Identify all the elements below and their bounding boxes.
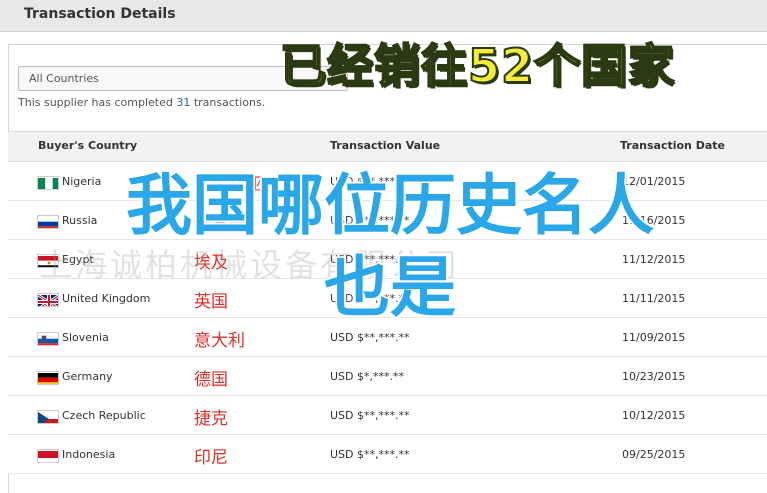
buyer-country: Czech Republic: [62, 409, 146, 422]
transaction-value: USD $*,***.**: [330, 370, 404, 383]
table-row: Indonesia 印尼 USD $**,***.** 09/25/2015: [8, 435, 767, 474]
transaction-value: USD $**,***.**: [330, 448, 410, 461]
germany-flag-icon: [37, 371, 59, 385]
buyer-country: Indonesia: [62, 448, 116, 461]
transaction-value: USD $**,***.**: [330, 331, 410, 344]
transaction-date: 09/25/2015: [622, 448, 686, 461]
table-row: Czech Republic 捷克 USD $**,***.** 10/12/2015: [8, 396, 767, 435]
czech-flag-icon: [37, 410, 59, 424]
transaction-value: USD $**,***.**: [330, 409, 410, 422]
overlay-caption: 我国哪位历史名人 也是: [30, 165, 750, 329]
indonesia-flag-icon: [37, 449, 59, 463]
page-title: Transaction Details: [24, 6, 176, 22]
overlay-headline: 已经销往52个国家: [279, 38, 676, 94]
table-header: Buyer's Country Transaction Value Transa…: [8, 131, 767, 162]
country-chinese-label: 德国: [194, 370, 228, 390]
overlay-caption-line-2: 也是: [323, 248, 458, 328]
summary-suffix: transactions.: [190, 96, 266, 109]
column-header-value[interactable]: Transaction Value: [330, 139, 440, 152]
country-chinese-label: 印尼: [194, 448, 228, 468]
transaction-count: 31: [176, 96, 191, 109]
buyer-country: Germany: [62, 370, 113, 383]
table-row: Germany 德国 USD $*,***.** 10/23/2015: [8, 357, 767, 396]
transaction-summary: This supplier has completed 31 transacti…: [18, 96, 265, 109]
transaction-date: 10/12/2015: [622, 409, 686, 422]
summary-prefix: This supplier has completed: [18, 96, 177, 109]
buyer-country: Slovenia: [62, 331, 109, 344]
column-header-country[interactable]: Buyer's Country: [38, 139, 137, 152]
transaction-date: 11/09/2015: [622, 331, 686, 344]
title-bar: Transaction Details: [0, 0, 767, 32]
country-chinese-label: 意大利: [194, 331, 245, 351]
overlay-caption-line-1: 我国哪位历史名人: [125, 166, 656, 246]
country-chinese-label: 捷克: [194, 409, 228, 429]
slovenia-flag-icon: [37, 332, 59, 346]
column-header-date[interactable]: Transaction Date: [620, 139, 725, 152]
transaction-date: 10/23/2015: [622, 370, 686, 383]
